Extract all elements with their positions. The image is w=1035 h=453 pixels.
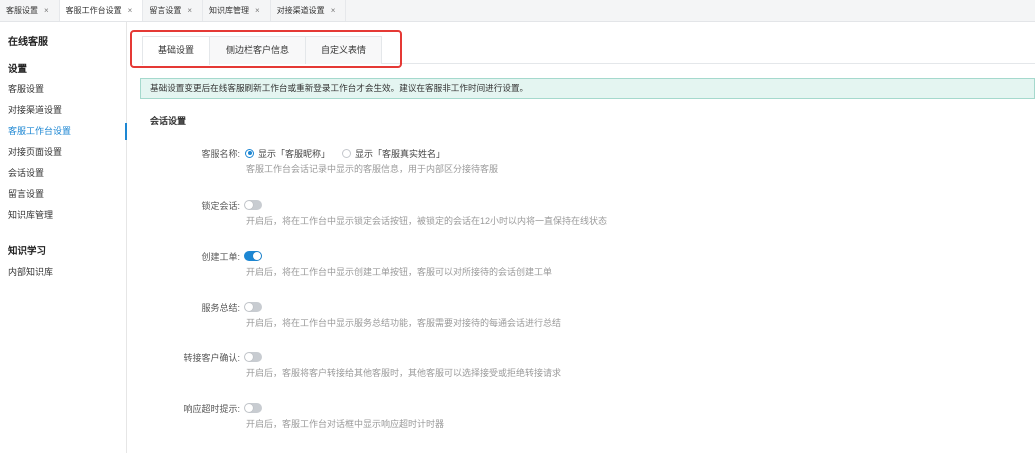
tab-custom-emoji[interactable]: 自定义表情 (305, 36, 382, 64)
toggle-knob (245, 404, 253, 412)
sidebar-item-knowledge-base[interactable]: 知识库管理 (0, 205, 126, 226)
close-icon[interactable]: × (331, 6, 336, 15)
setting-label: 锁定会话: (201, 200, 240, 211)
sidebar-item-session-settings[interactable]: 会话设置 (0, 163, 126, 184)
setting-row-control-line: 客服名称: 显示「客服昵称」 显示「客服真实姓名」 (150, 146, 498, 160)
sidebar-item-message-settings[interactable]: 留言设置 (0, 184, 126, 205)
setting-row-response-timeout: 响应超时提示: 开启后，客服工作台对话框中显示响应超时计时器 (150, 401, 444, 431)
toggle-switch-lock-session[interactable] (244, 200, 262, 210)
toggle-switch-create-ticket[interactable] (244, 251, 262, 261)
setting-label: 客服名称: (201, 148, 240, 159)
sidebar-item-channel-settings[interactable]: 对接渠道设置 (0, 100, 126, 121)
setting-row-create-ticket: 创建工单: 开启后，将在工作台中显示创建工单按钮，客服可以对所接待的会话创建工单 (150, 249, 552, 279)
setting-label: 转接客户确认: (183, 352, 240, 363)
setting-help-text: 开启后，客服将客户转接给其他客服时，其他客服可以选择接受或拒绝转接请求 (246, 368, 562, 378)
setting-row-control-line: 锁定会话: (150, 198, 607, 212)
content-tab-bar: 基础设置 侧边栏客户信息 自定义表情 (142, 36, 1035, 65)
window-tab-message-settings[interactable]: 留言设置 × (143, 0, 204, 21)
window-tab-label: 客服工作台设置 (65, 6, 122, 15)
notice-banner: 基础设置变更后在线客服刷新工作台或重新登录工作台才会生效。建议在客服非工作时间进… (140, 78, 1035, 99)
sidebar-item-customer-service-settings[interactable]: 客服设置 (0, 79, 126, 100)
window-tab-workbench-settings[interactable]: 客服工作台设置 × (59, 0, 144, 21)
setting-help-text: 开启后，将在工作台中显示锁定会话按钮，被锁定的会话在12小时以内将一直保持在线状… (246, 216, 608, 226)
setting-row-service-summary: 服务总结: 开启后，将在工作台中显示服务总结功能，客服需要对接待的每通会话进行总… (150, 300, 561, 330)
radio-label: 显示「客服真实姓名」 (355, 148, 446, 159)
setting-label: 创建工单: (201, 251, 240, 262)
toggle-switch-service-summary[interactable] (244, 302, 262, 312)
toggle-knob (245, 353, 253, 361)
sidebar-item-page-settings[interactable]: 对接页面设置 (0, 142, 126, 163)
close-icon[interactable]: × (128, 6, 133, 15)
setting-help-text: 开启后，将在工作台中显示创建工单按钮，客服可以对所接待的会话创建工单 (246, 267, 553, 277)
radio-button[interactable] (245, 148, 254, 158)
window-tab-customer-service-settings[interactable]: 客服设置 × (0, 0, 60, 21)
toggle-knob (253, 252, 261, 260)
toggle-knob (245, 201, 253, 209)
close-icon[interactable]: × (44, 6, 49, 15)
window-tab-label: 客服设置 (6, 6, 38, 15)
setting-row-control-line: 响应超时提示: (150, 401, 444, 415)
window-tab-label: 知识库管理 (209, 6, 250, 15)
window-tab-label: 对接渠道设置 (276, 6, 325, 15)
radio-button[interactable] (342, 148, 352, 158)
setting-row-transfer-confirm: 转接客户确认: 开启后，客服将客户转接给其他客服时，其他客服可以选择接受或拒绝转… (150, 350, 561, 380)
radio-show-nickname[interactable]: 显示「客服昵称」 (245, 147, 330, 160)
toggle-knob (245, 303, 253, 311)
radio-label: 显示「客服昵称」 (258, 148, 331, 159)
sidebar-group-heading-learning: 知识学习 (8, 246, 47, 257)
setting-label: 响应超时提示: (183, 403, 240, 414)
setting-row-agent-name: 客服名称: 显示「客服昵称」 显示「客服真实姓名」 客服工作台会话记录中显示的客… (150, 146, 498, 176)
setting-row-control-line: 创建工单: (150, 249, 552, 263)
toggle-switch-transfer-confirm[interactable] (244, 352, 262, 362)
section-title: 会话设置 (150, 116, 187, 126)
tab-sidebar-customer-info[interactable]: 侧边栏客户信息 (209, 36, 306, 64)
sidebar-item-workbench-settings[interactable]: 客服工作台设置 (0, 121, 127, 142)
window-tab-channel-settings[interactable]: 对接渠道设置 × (271, 0, 347, 21)
tab-basic-settings[interactable]: 基础设置 (142, 36, 210, 65)
close-icon[interactable]: × (187, 6, 192, 15)
sidebar-item-internal-knowledge[interactable]: 内部知识库 (0, 262, 126, 283)
setting-row-control-line: 服务总结: (150, 300, 561, 314)
sidebar-list-settings: 客服设置 对接渠道设置 客服工作台设置 对接页面设置 会话设置 留言设置 知识库… (0, 79, 127, 226)
setting-label: 服务总结: (201, 302, 240, 313)
setting-help-text: 开启后，将在工作台中显示服务总结功能，客服需要对接待的每通会话进行总结 (246, 318, 562, 328)
radio-show-real-name[interactable]: 显示「客服真实姓名」 (342, 147, 445, 160)
close-icon[interactable]: × (255, 6, 260, 15)
window-tab-knowledge-base[interactable]: 知识库管理 × (203, 0, 271, 21)
setting-row-control-line: 转接客户确认: (150, 350, 561, 364)
sidebar-title: 在线客服 (8, 37, 48, 48)
setting-help-text: 开启后，客服工作台对话框中显示响应超时计时器 (246, 419, 445, 429)
sidebar-list-learning: 内部知识库 (0, 262, 126, 283)
window-tab-label: 留言设置 (149, 6, 182, 15)
window-tab-bar: 客服设置 × 客服工作台设置 × 留言设置 × 知识库管理 × 对接渠道设置 × (0, 0, 1035, 22)
sidebar-group-heading-settings: 设置 (8, 64, 28, 75)
setting-row-lock-session: 锁定会话: 开启后，将在工作台中显示锁定会话按钮，被锁定的会话在12小时以内将一… (150, 198, 607, 228)
setting-help-text: 客服工作台会话记录中显示的客服信息，用于内部区分接待客服 (246, 164, 499, 174)
sidebar: 在线客服 设置 客服设置 对接渠道设置 客服工作台设置 对接页面设置 会话设置 … (0, 22, 127, 453)
toggle-switch-response-timeout[interactable] (244, 403, 262, 413)
